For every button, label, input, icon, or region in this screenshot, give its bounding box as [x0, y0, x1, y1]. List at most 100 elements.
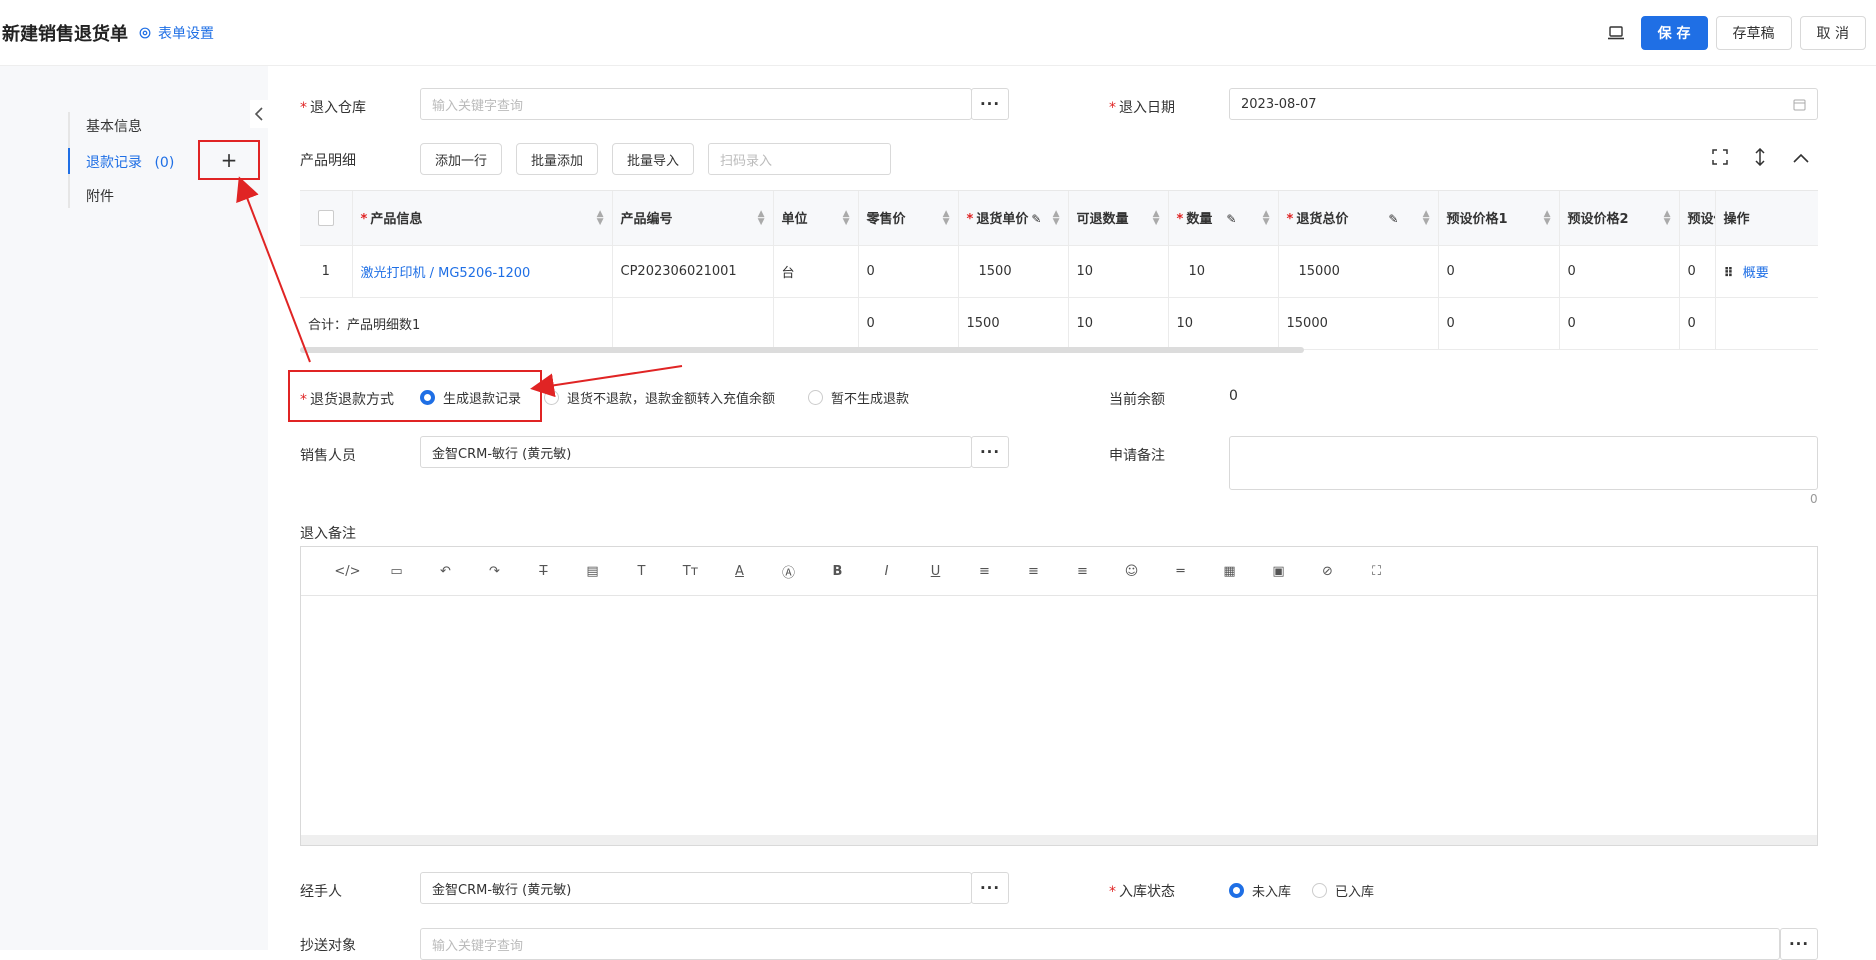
col-quantity[interactable]: * 数量 ✎ ▲ ▼	[1168, 191, 1279, 246]
col-preset-price-2[interactable]: 预设价格2 ▲ ▼	[1559, 191, 1680, 246]
return-total-cell[interactable]: 15000	[1278, 245, 1439, 298]
sales-input[interactable]: 金智CRM-敏行 (黄元敏)	[420, 436, 972, 468]
fullscreen-icon[interactable]	[1712, 149, 1728, 169]
code-icon[interactable]: </>	[323, 547, 372, 596]
edit-icon[interactable]: ✎	[1388, 212, 1398, 226]
col-return-unit-price[interactable]: * 退货单价 ✎ ▲ ▼	[958, 191, 1069, 246]
refund-option-none[interactable]: 暂不生成退款	[808, 388, 909, 407]
col-product-info[interactable]: * 产品信息 ▲ ▼	[352, 191, 613, 246]
radio-icon	[544, 390, 559, 405]
form-settings-label: 表单设置	[158, 26, 214, 42]
fullscreen-icon[interactable]: ⛶	[1352, 547, 1401, 596]
add-row-button[interactable]: 添加一行	[420, 143, 503, 175]
product-link[interactable]: 激光打印机 / MG5206-1200	[352, 245, 613, 298]
redo-icon[interactable]: ↷	[470, 547, 519, 596]
table-row: 1 激光打印机 / MG5206-1200 CP202306021001 台 0…	[300, 245, 1818, 298]
add-refund-record-button[interactable]: +	[198, 140, 260, 180]
sidebar-item-attachments[interactable]: 附件	[86, 186, 114, 206]
select-all-checkbox[interactable]	[317, 209, 334, 226]
sort-icon[interactable]: ▲ ▼	[943, 210, 950, 227]
col-preset-price-3[interactable]: 预设价	[1679, 191, 1716, 246]
sort-icon[interactable]: ▲ ▼	[758, 210, 765, 227]
strikethrough-icon[interactable]: T̶	[519, 547, 568, 596]
warehouse-input[interactable]: 输入关键字查询	[420, 88, 972, 120]
undo-icon[interactable]: ↶	[421, 547, 470, 596]
font-icon[interactable]: T	[617, 547, 666, 596]
emoji-icon[interactable]: ☺	[1107, 547, 1156, 596]
horizontal-rule-icon[interactable]: ═	[1156, 547, 1205, 596]
align-left-icon[interactable]: ≡	[960, 547, 1009, 596]
cancel-button[interactable]: 取 消	[1799, 16, 1866, 50]
summary-empty	[612, 297, 774, 350]
stock-option-in[interactable]: 已入库	[1312, 881, 1374, 900]
sort-icon[interactable]: ▲ ▼	[597, 210, 604, 227]
date-input[interactable]: 2023-08-07	[1229, 88, 1818, 120]
batch-import-button[interactable]: 批量导入	[612, 143, 695, 175]
rich-text-editor[interactable]: </> ▭ ↶ ↷ T̶ ▤ T Tт A Ⓐ B I U ≡ ≡ ≡ ☺ ═ …	[300, 546, 1818, 846]
italic-icon[interactable]: I	[862, 547, 911, 596]
edit-icon[interactable]: ✎	[1031, 212, 1041, 226]
sort-icon[interactable]: ▲ ▼	[1544, 210, 1551, 227]
sidebar-item-refund-records[interactable]: 退款记录 (0)	[86, 152, 174, 172]
warehouse-picker-button[interactable]: ···	[971, 88, 1009, 120]
chevron-up-icon[interactable]	[1793, 151, 1809, 167]
font-size-icon[interactable]: Tт	[666, 547, 715, 596]
table-scrollbar[interactable]	[300, 347, 1304, 353]
chevron-left-icon[interactable]	[250, 100, 268, 128]
product-detail-label: 产品明细	[300, 153, 356, 169]
sort-icon[interactable]: ▲ ▼	[1053, 210, 1060, 227]
save-button[interactable]: 保 存	[1640, 16, 1708, 50]
cc-picker-button[interactable]: ···	[1780, 928, 1818, 960]
scan-input[interactable]: 扫码录入	[708, 143, 891, 175]
col-return-total[interactable]: * 退货总价 ✎ ▲ ▼	[1278, 191, 1439, 246]
return-note-label: 退入备注	[300, 526, 356, 542]
attachment-icon[interactable]: ⊘	[1303, 547, 1352, 596]
quantity-cell[interactable]: 10	[1168, 245, 1279, 298]
unit-price-cell[interactable]: 1500	[958, 245, 1069, 298]
bold-icon[interactable]: B	[813, 547, 862, 596]
sort-icon[interactable]: ▲ ▼	[1153, 210, 1160, 227]
col-retail-price[interactable]: 零售价 ▲ ▼	[858, 191, 959, 246]
sort-icon[interactable]: ▲ ▼	[1263, 210, 1270, 227]
radio-checked-icon	[1229, 883, 1244, 898]
summary-link[interactable]: 概要	[1743, 266, 1769, 281]
align-center-icon[interactable]: ≡	[1009, 547, 1058, 596]
sort-icon[interactable]: ▲ ▼	[1423, 210, 1430, 227]
expand-vertical-icon[interactable]	[1754, 147, 1766, 170]
cc-input[interactable]: 输入关键字查询	[420, 928, 1780, 960]
underline-icon[interactable]: U	[911, 547, 960, 596]
stock-option-not-in[interactable]: 未入库	[1229, 881, 1291, 900]
preview-icon[interactable]	[1599, 16, 1633, 50]
align-right-icon[interactable]: ≡	[1058, 547, 1107, 596]
drag-handle-icon[interactable]: ⠿	[1724, 266, 1734, 281]
summary-total: 15000	[1278, 297, 1439, 350]
handler-input[interactable]: 金智CRM-敏行 (黄元敏)	[420, 872, 972, 904]
form-settings-link[interactable]: 表单设置	[138, 23, 214, 43]
font-color-icon[interactable]: A	[715, 547, 764, 596]
col-unit[interactable]: 单位 ▲ ▼	[773, 191, 859, 246]
edit-icon[interactable]: ✎	[1226, 212, 1236, 226]
handler-picker-button[interactable]: ···	[971, 872, 1009, 904]
col-product-code[interactable]: 产品编号 ▲ ▼	[612, 191, 774, 246]
summary-empty	[773, 297, 859, 350]
image-icon[interactable]: ▣	[1254, 547, 1303, 596]
sort-icon[interactable]: ▲ ▼	[843, 210, 850, 227]
apply-note-textarea[interactable]	[1229, 436, 1818, 490]
top-bar: 新建销售退货单 表单设置 保 存 存草稿 取 消	[0, 0, 1876, 66]
background-color-icon[interactable]: Ⓐ	[764, 547, 813, 596]
col-refundable-qty[interactable]: 可退数量 ▲ ▼	[1068, 191, 1169, 246]
col-preset-price-1[interactable]: 预设价格1 ▲ ▼	[1438, 191, 1560, 246]
table-icon[interactable]: ▦	[1205, 547, 1254, 596]
sales-picker-button[interactable]: ···	[971, 436, 1009, 468]
balance-value: 0	[1229, 388, 1238, 404]
editor-resize-bar[interactable]	[301, 835, 1817, 845]
save-draft-button[interactable]: 存草稿	[1715, 16, 1792, 50]
template-icon[interactable]: ▭	[372, 547, 421, 596]
sidebar-item-basic-info[interactable]: 基本信息	[86, 116, 142, 136]
preset-price-2-cell: 0	[1559, 245, 1680, 298]
paste-text-icon[interactable]: ▤	[568, 547, 617, 596]
batch-add-button[interactable]: 批量添加	[516, 143, 599, 175]
sort-icon[interactable]: ▲ ▼	[1664, 210, 1671, 227]
refund-option-balance[interactable]: 退货不退款，退款金额转入充值余额	[544, 388, 775, 407]
select-all-cell[interactable]	[300, 191, 353, 246]
